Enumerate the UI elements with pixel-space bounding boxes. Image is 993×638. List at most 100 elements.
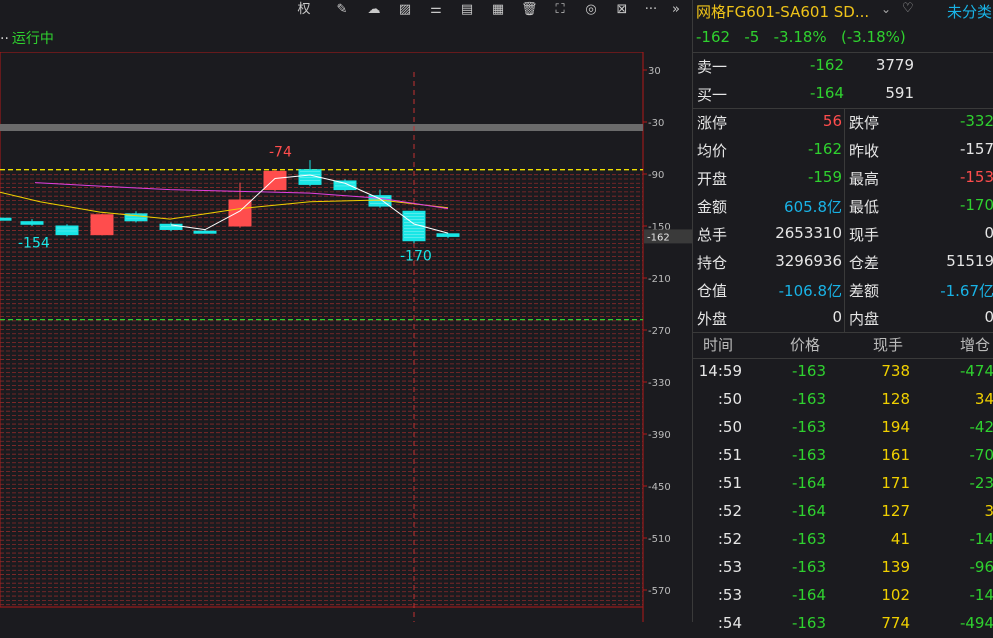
tick-time: :50 <box>718 418 742 436</box>
tick-increase: -14 <box>970 586 993 604</box>
tick-time: :51 <box>718 474 742 492</box>
tick-row[interactable]: :51-163161-70 <box>693 442 993 470</box>
tick-time: :54 <box>718 614 742 632</box>
sell1-volume: 3779 <box>876 56 914 74</box>
tick-price: -164 <box>792 586 826 604</box>
chart-toolbar: 权 ✎ ☁ ▨ ⚌ ▤ ▦ 🗑 ⛶ ◎ ⊠ ··· » <box>0 0 692 24</box>
tick-volume: 171 <box>881 474 910 492</box>
tick-row[interactable]: :52-1641273 <box>693 498 993 526</box>
stats-row: 仓值-106.8亿差额-1.67亿 <box>693 276 993 304</box>
sell1-price: -162 <box>810 56 844 74</box>
gray-band <box>0 124 643 131</box>
y-tick-label: -90 <box>648 170 664 181</box>
stat-value: 2653310 <box>775 224 842 242</box>
stat-label: 金额 <box>697 196 727 217</box>
stat-label: 涨停 <box>697 112 727 133</box>
quote-panel: 网格FG601-SA601 SD... ⌄ ♡ 未分类 -162 -5 -3.1… <box>692 0 993 622</box>
candle-body <box>437 234 459 237</box>
layout-icon[interactable]: ▦ <box>490 2 506 18</box>
stat-value: -106.8亿 <box>779 280 842 301</box>
cloud-download-icon[interactable]: ☁ <box>366 2 382 18</box>
tick-time: :50 <box>718 390 742 408</box>
orderbook-buy1: 买一 -164 591 <box>693 80 993 108</box>
tick-volume: 128 <box>881 390 910 408</box>
stats-row: 总手2653310现手0 <box>693 220 993 248</box>
more-icon[interactable]: ··· <box>643 2 659 18</box>
status-indicator: ··运行中 <box>0 28 54 48</box>
divider <box>693 332 993 333</box>
orderbook-sell1: 卖一 -162 3779 <box>693 52 993 80</box>
stat-label: 持仓 <box>697 252 727 273</box>
document-icon[interactable]: ▤ <box>459 2 475 18</box>
tick-increase: 3 <box>984 502 993 520</box>
tick-price: -163 <box>792 614 826 632</box>
y-tick-label: 30 <box>648 66 661 77</box>
target-icon[interactable]: ◎ <box>583 2 599 18</box>
y-tick-label: -510 <box>648 534 671 545</box>
stat-value: -162 <box>808 140 842 158</box>
stat-label: 开盘 <box>697 168 727 189</box>
buy1-volume: 591 <box>885 84 914 102</box>
tick-row[interactable]: 14:59-163738-474 <box>693 358 993 386</box>
double-chevron-right-icon[interactable]: » <box>668 2 684 18</box>
tick-row[interactable]: :51-164171-23 <box>693 470 993 498</box>
settings-sliders-icon[interactable]: ⚌ <box>428 2 444 18</box>
stat-label: 总手 <box>697 224 727 245</box>
tick-row[interactable]: :50-16312834 <box>693 386 993 414</box>
tick-price: -163 <box>792 558 826 576</box>
favorite-heart-icon[interactable]: ♡ <box>902 1 914 16</box>
stat-label: 昨收 <box>849 140 879 161</box>
instrument-title[interactable]: 网格FG601-SA601 SD... <box>696 1 869 22</box>
category-button[interactable]: 未分类 <box>947 1 992 22</box>
y-tick-label: -570 <box>648 586 671 597</box>
tick-volume: 127 <box>881 502 910 520</box>
candle-body <box>56 226 78 235</box>
tick-price: -163 <box>792 390 826 408</box>
y-tick-label: -390 <box>648 430 671 441</box>
y-tick-label: -450 <box>648 482 671 493</box>
stat-value: 3296936 <box>775 252 842 270</box>
stat-label: 均价 <box>697 140 727 161</box>
image-icon[interactable]: ▨ <box>397 2 413 18</box>
stats-column-divider <box>844 108 845 332</box>
tick-increase: -494 <box>960 614 993 632</box>
stat-value: -159 <box>808 168 842 186</box>
stats-row: 金额605.8亿最低-170 <box>693 192 993 220</box>
stat-label: 跌停 <box>849 112 879 133</box>
tick-time: :53 <box>718 558 742 576</box>
stat-value: 0 <box>984 308 993 326</box>
trash-icon[interactable]: 🗑 <box>521 2 537 18</box>
candle-body <box>194 231 216 233</box>
stat-label: 仓差 <box>849 252 879 273</box>
stat-value: 56 <box>823 112 842 130</box>
tick-volume: 194 <box>881 418 910 436</box>
quote-header: 网格FG601-SA601 SD... ⌄ ♡ 未分类 <box>693 0 993 22</box>
close-box-icon[interactable]: ⊠ <box>614 2 630 18</box>
stat-label: 最高 <box>849 168 879 189</box>
ticks-header-increase: 增仓 <box>960 334 990 355</box>
ticks-header-time: 时间 <box>703 334 733 355</box>
current-price-label: -162 <box>647 232 670 243</box>
tick-volume: 774 <box>881 614 910 632</box>
tick-time: 14:59 <box>699 362 742 380</box>
fullscreen-icon[interactable]: ⛶ <box>552 2 568 18</box>
stat-label: 内盘 <box>849 308 879 329</box>
rights-button[interactable]: 权 <box>296 2 312 18</box>
tick-row[interactable]: :52-16341-14 <box>693 526 993 554</box>
tick-price: -163 <box>792 418 826 436</box>
tick-row[interactable]: :53-163139-96 <box>693 554 993 582</box>
candlestick-chart[interactable]: 30-30-90-150-210-270-330-390-450-510-570… <box>0 52 692 622</box>
chart-svg[interactable]: 30-30-90-150-210-270-330-390-450-510-570… <box>0 52 692 622</box>
tick-increase: -474 <box>960 362 993 380</box>
tick-row[interactable]: :50-163194-42 <box>693 414 993 442</box>
tick-increase: -14 <box>970 530 993 548</box>
candle-body <box>334 181 356 190</box>
tick-row[interactable]: :53-164102-14 <box>693 582 993 610</box>
candle-body <box>21 222 43 225</box>
chevron-down-icon[interactable]: ⌄ <box>881 2 891 16</box>
status-dots: ·· <box>0 31 9 47</box>
sell1-label: 卖一 <box>697 56 727 77</box>
pen-icon[interactable]: ✎ <box>334 2 350 18</box>
stats-row: 持仓3296936仓差51519 <box>693 248 993 276</box>
tick-row[interactable]: :54 -163 774 -494 <box>693 610 993 638</box>
